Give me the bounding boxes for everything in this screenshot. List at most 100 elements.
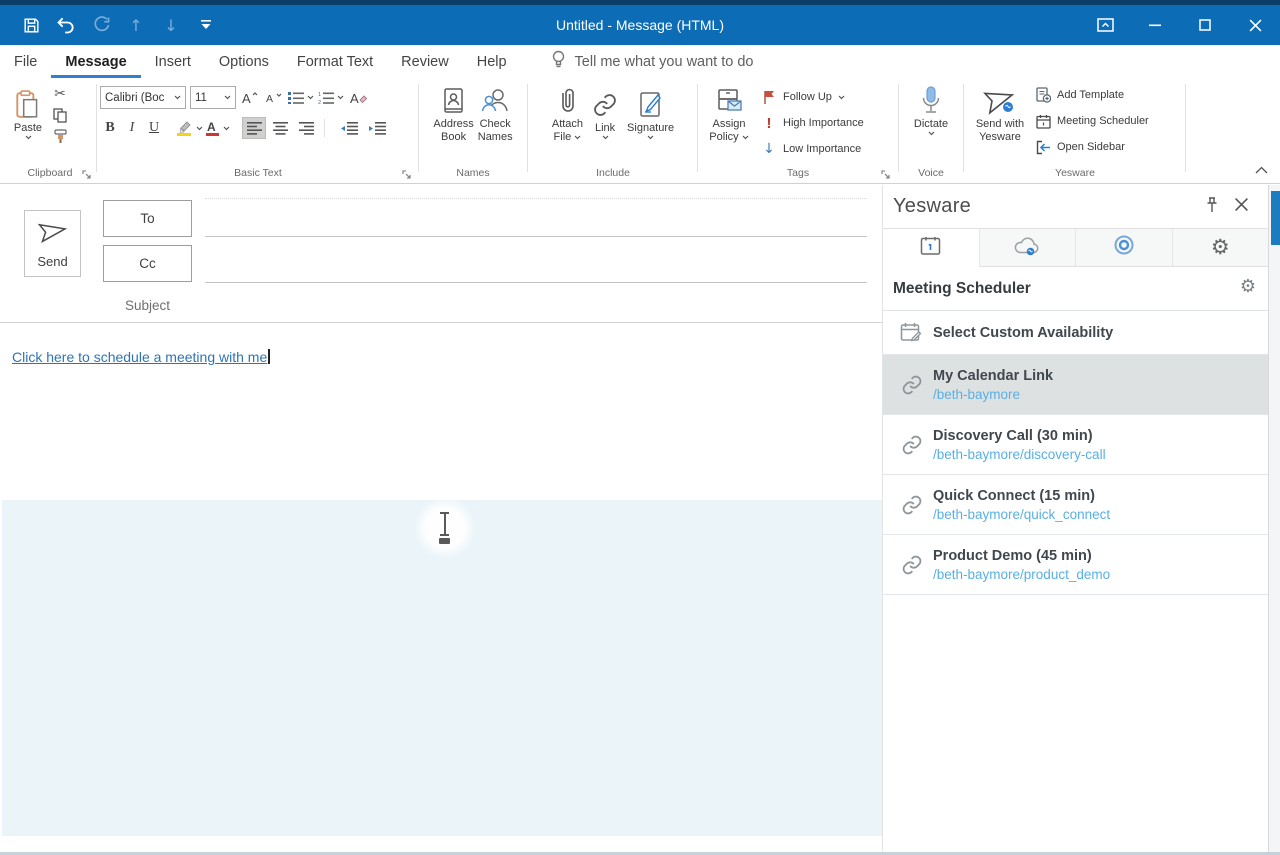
add-template-icon [1035, 87, 1051, 103]
previous-item-icon: ↑ [125, 14, 147, 36]
cc-button[interactable]: Cc [103, 245, 192, 282]
group-basic-text: Calibri (Boc 11 A A 12 A B I U A [100, 80, 416, 182]
tab-options[interactable]: Options [205, 45, 283, 78]
font-name-select[interactable]: Calibri (Boc [100, 86, 186, 109]
save-icon[interactable] [20, 14, 42, 36]
tab-settings[interactable]: ⚙ [1172, 229, 1269, 267]
customize-quick-access-icon[interactable] [195, 14, 217, 36]
grow-font-button[interactable]: A [240, 87, 260, 109]
undo-icon[interactable] [55, 14, 77, 36]
meeting-link-url[interactable]: /beth-baymore/discovery-call [933, 446, 1106, 464]
scheduler-settings-icon[interactable]: ⚙ [1240, 278, 1256, 296]
paperclip-icon [557, 84, 577, 118]
italic-button[interactable]: I [122, 117, 142, 139]
font-size-select[interactable]: 11 [190, 86, 236, 109]
to-button[interactable]: To [103, 200, 192, 237]
group-include: Attach File Link Signature [531, 80, 695, 182]
target-icon [1113, 234, 1135, 261]
tab-file[interactable]: File [0, 45, 51, 78]
pin-icon[interactable] [1204, 197, 1222, 215]
open-sidebar-icon [1035, 139, 1051, 155]
align-left-button[interactable] [242, 117, 266, 139]
meeting-scheduler-button[interactable]: Meeting Scheduler [1035, 112, 1149, 130]
assign-policy-button[interactable]: Assign Policy [701, 80, 757, 144]
increase-indent-button[interactable] [364, 117, 390, 139]
link-icon [899, 434, 925, 456]
dropdown-chevron-icon [224, 95, 231, 100]
tell-me-search[interactable]: Tell me what you want to do [551, 50, 754, 73]
svg-text:A: A [207, 120, 216, 134]
window-controls [1080, 5, 1280, 45]
format-painter-icon[interactable] [52, 128, 68, 144]
send-button[interactable]: Send [24, 210, 81, 277]
highlight-color-button[interactable] [176, 117, 203, 139]
clear-formatting-button[interactable]: A [348, 87, 368, 109]
copy-icon[interactable] [52, 107, 68, 123]
send-plane-icon [38, 219, 68, 246]
tab-yesware-cloud[interactable] [979, 229, 1076, 267]
cut-icon[interactable]: ✂ [52, 86, 68, 102]
attach-file-button[interactable]: Attach File [552, 80, 583, 144]
clipboard-dialog-launcher-icon[interactable] [82, 167, 94, 179]
link-icon [899, 554, 925, 576]
meeting-link-url[interactable]: /beth-baymore/quick_connect [933, 506, 1110, 524]
tab-meeting-scheduler[interactable] [883, 229, 979, 267]
subject-field[interactable] [0, 322, 882, 323]
meeting-link-url[interactable]: /beth-baymore [933, 386, 1053, 404]
minimize-button[interactable] [1130, 5, 1180, 45]
svg-text:A: A [350, 91, 359, 105]
list-item-my-calendar-link[interactable]: My Calendar Link /beth-baymore [883, 355, 1268, 415]
tab-help[interactable]: Help [463, 45, 521, 78]
open-sidebar-button[interactable]: Open Sidebar [1035, 138, 1149, 156]
bullets-button[interactable] [288, 87, 314, 109]
sidebar-title: Yesware [893, 195, 971, 218]
right-edge-artifact [1268, 185, 1280, 855]
tab-message[interactable]: Message [51, 45, 140, 78]
collapse-ribbon-icon[interactable] [1255, 161, 1268, 179]
list-item-discovery-call[interactable]: Discovery Call (30 min) /beth-baymore/di… [883, 415, 1268, 475]
check-names-button[interactable]: Check Names [478, 80, 513, 144]
maximize-button[interactable] [1180, 5, 1230, 45]
to-field[interactable] [205, 236, 867, 237]
link-button[interactable]: Link [591, 84, 619, 140]
underline-button[interactable]: U [144, 117, 164, 139]
paste-button[interactable]: Paste [4, 84, 52, 140]
bold-button[interactable]: B [100, 117, 120, 139]
list-item-product-demo[interactable]: Product Demo (45 min) /beth-baymore/prod… [883, 535, 1268, 595]
tab-tracking[interactable] [1075, 229, 1172, 267]
microphone-icon [920, 84, 942, 118]
dictate-button[interactable]: Dictate [914, 80, 948, 136]
tab-insert[interactable]: Insert [141, 45, 205, 78]
calendar-icon [1035, 113, 1051, 129]
schedule-meeting-link[interactable]: Click here to schedule a meeting with me [12, 349, 270, 365]
align-right-button[interactable] [294, 117, 318, 139]
close-button[interactable] [1230, 5, 1280, 45]
basic-text-dialog-launcher-icon[interactable] [402, 167, 414, 179]
ribbon-display-options-icon[interactable] [1080, 5, 1130, 45]
cc-field[interactable] [205, 282, 867, 283]
add-template-button[interactable]: Add Template [1035, 86, 1149, 104]
decrease-indent-button[interactable] [336, 117, 362, 139]
numbering-button[interactable]: 12 [318, 87, 344, 109]
low-importance-button[interactable]: ↓ Low Importance [761, 140, 864, 158]
address-book-button[interactable]: Address Book [433, 80, 473, 144]
signature-button[interactable]: Signature [627, 84, 674, 140]
close-sidebar-icon[interactable] [1234, 197, 1252, 215]
align-center-button[interactable] [268, 117, 292, 139]
tags-dialog-launcher-icon[interactable] [881, 167, 893, 179]
high-importance-button[interactable]: ! High Importance [761, 114, 864, 132]
flag-icon [761, 89, 777, 105]
meeting-link-url[interactable]: /beth-baymore/product_demo [933, 566, 1110, 584]
dropdown-chevron-icon [647, 135, 654, 140]
tab-format-text[interactable]: Format Text [283, 45, 387, 78]
group-yesware: Send with Yesware Add Template Me [967, 80, 1183, 182]
send-with-yesware-button[interactable]: Send with Yesware [967, 80, 1033, 144]
select-custom-availability[interactable]: Select Custom Availability [883, 311, 1268, 355]
check-names-icon [480, 84, 510, 118]
font-color-button[interactable]: A [205, 117, 230, 139]
list-item-quick-connect[interactable]: Quick Connect (15 min) /beth-baymore/qui… [883, 475, 1268, 535]
tab-review[interactable]: Review [387, 45, 463, 78]
compose-pane: Send To Cc Subject Click here to schedul… [0, 185, 882, 855]
follow-up-button[interactable]: Follow Up [761, 88, 864, 106]
shrink-font-button[interactable]: A [264, 87, 284, 109]
